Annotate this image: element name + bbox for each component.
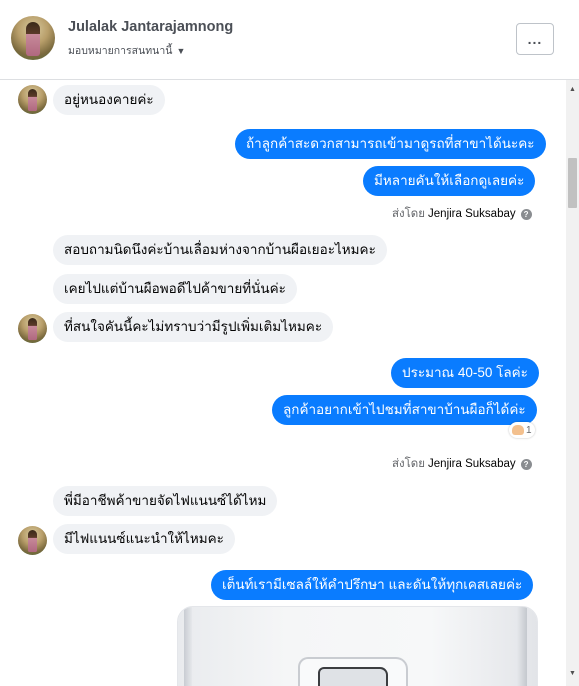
outgoing-message[interactable]: มีหลายคันให้เลือกดูเลยค่ะ [363,166,536,196]
scrollbar-thumb[interactable] [568,158,577,208]
sent-by-label: ส่งโดย Jenjira Suksabay ? [392,205,532,223]
caret-down-icon: ▼ [176,45,186,56]
scroll-up-arrow-icon[interactable]: ▲ [566,84,579,94]
incoming-message[interactable]: ที่สนใจคันนี้คะไม่ทราบว่ามีรูปเพิ่มเติมไ… [53,312,334,342]
more-options-button[interactable]: ... [516,23,554,55]
sent-by-name[interactable]: Jenjira Suksabay [428,458,516,470]
contact-name[interactable]: Julalak Jantarajamnong [68,19,233,35]
scrollbar[interactable]: ▲ ▼ [566,80,579,686]
info-icon[interactable]: ? [520,208,532,220]
attached-photo[interactable] [177,606,538,686]
conversation-header: Julalak Jantarajamnong มอบหมายการสนทนานี… [0,0,579,80]
contact-avatar-small[interactable] [18,526,47,555]
sent-by-name[interactable]: Jenjira Suksabay [428,208,516,220]
sent-by-prefix: ส่งโดย [392,208,426,220]
more-options-label: ... [527,31,543,47]
sent-by-label: ส่งโดย Jenjira Suksabay ? [392,455,532,473]
message-reaction[interactable]: 1 [509,422,535,438]
outgoing-message[interactable]: เต็นท์เรามีเซลล์ให้คำปรึกษา และดันให้ทุก… [211,570,534,600]
sent-by-prefix: ส่งโดย [392,458,426,470]
incoming-message[interactable]: อยู่หนองคายค่ะ [53,85,165,115]
contact-avatar-small[interactable] [18,314,47,343]
incoming-message[interactable]: เคยไปแต่บ้านผือพอดีไปค้าขายที่นั่นค่ะ [53,274,297,304]
info-icon[interactable]: ? [520,458,532,470]
scroll-down-arrow-icon[interactable]: ▼ [566,668,579,678]
assign-conversation-dropdown[interactable]: มอบหมายการสนทนานี้ ▼ [68,42,185,59]
outgoing-message[interactable]: ถ้าลูกค้าสะดวกสามารถเข้ามาดูรถที่สาขาได้… [235,129,546,159]
incoming-message[interactable]: สอบถามนิดนึงค่ะบ้านเลื่อมห่างจากบ้านผือเ… [53,235,387,265]
outgoing-message[interactable]: ประมาณ 40-50 โลค่ะ [391,358,539,388]
reaction-emoji-icon [512,425,524,435]
outgoing-message[interactable]: ลูกค้าอยากเข้าไปชมที่สาขาบ้านผือก็ได้ค่ะ [272,395,537,425]
incoming-message[interactable]: มีไฟแนนซ์แนะนำให้ไหมคะ [53,524,235,554]
contact-avatar[interactable] [11,16,55,60]
message-thread[interactable]: อยู่หนองคายค่ะ ถ้าลูกค้าสะดวกสามารถเข้าม… [0,80,566,686]
assign-conversation-label: มอบหมายการสนทนานี้ [68,45,173,57]
contact-avatar-small[interactable] [18,85,47,114]
incoming-message[interactable]: พี่มีอาชีพค้าขายจัดไฟแนนซ์ได้ไหม [53,486,278,516]
reaction-count: 1 [526,424,532,436]
